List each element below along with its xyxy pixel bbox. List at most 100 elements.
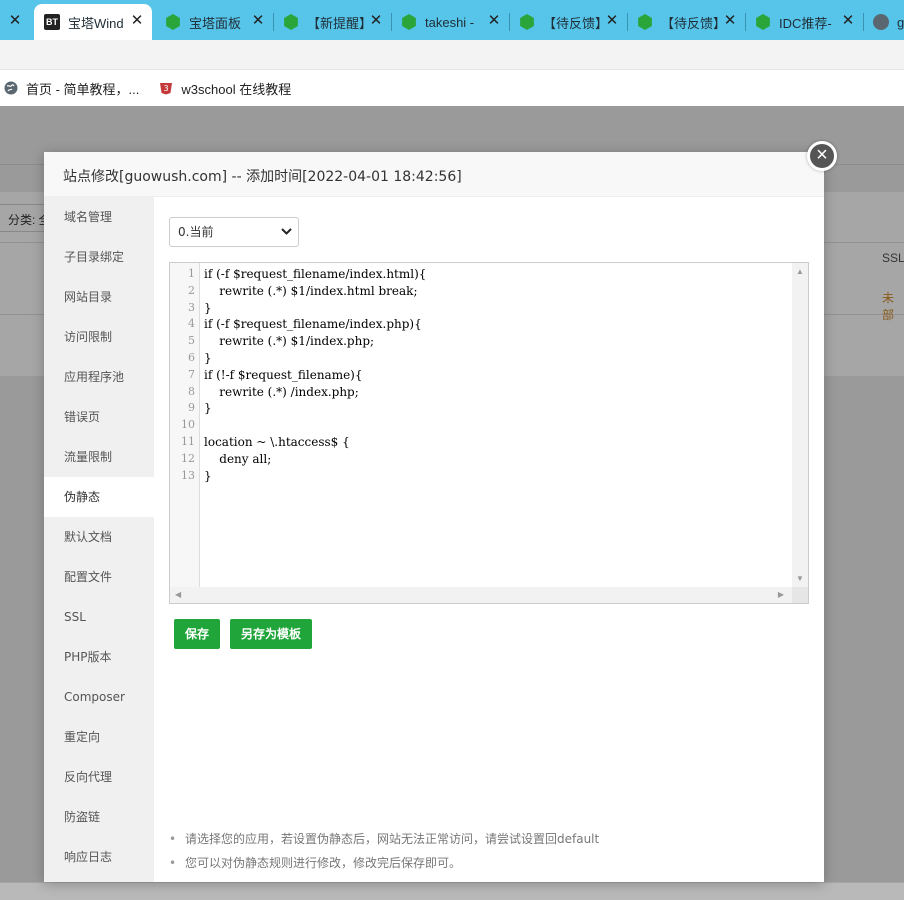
w3school-icon: 3 [159, 81, 173, 95]
code-text[interactable]: if (-f $request_filename/index.html){ re… [204, 266, 788, 484]
menu-item-reverse-proxy[interactable]: 反向代理 [44, 757, 154, 797]
close-tab-icon[interactable]: ✕ [367, 12, 385, 30]
menu-item-access-limit[interactable]: 访问限制 [44, 317, 154, 357]
line-number: 6 [188, 350, 195, 364]
tab-title: gu [897, 14, 904, 30]
horizontal-scrollbar[interactable]: ◀ ▶ [170, 587, 808, 603]
ssl-status: 未部 [882, 291, 895, 322]
bookmark-item[interactable]: 3 w3school 在线教程 [159, 79, 291, 98]
code-line: if (!-f $request_filename){ [204, 367, 363, 382]
bookmark-item[interactable]: 首页 - 简单教程，... [4, 79, 139, 98]
select-value: 0.当前 [178, 225, 214, 239]
close-tab-icon[interactable]: ✕ [485, 12, 503, 30]
browser-tab-active[interactable]: BT 宝塔Wind ✕ [34, 4, 152, 40]
green-hex-icon [756, 14, 770, 30]
globe-icon [873, 14, 889, 30]
line-number: 1 [188, 267, 195, 280]
close-tab-icon[interactable]: ✕ [839, 12, 857, 30]
menu-item-hotlink[interactable]: 防盗链 [44, 797, 154, 837]
menu-item-subdir[interactable]: 子目录绑定 [44, 237, 154, 277]
site-edit-modal: 站点修改[guowush.com] -- 添加时间[2022-04-01 18:… [44, 152, 824, 882]
close-tab-icon[interactable]: ✕ [249, 12, 267, 30]
menu-item-site-dir[interactable]: 网站目录 [44, 277, 154, 317]
code-line: location ~ \.htaccess$ { [204, 434, 350, 449]
svg-text:3: 3 [164, 84, 169, 93]
line-number: 5 [188, 334, 195, 348]
modal-title: 站点修改[guowush.com] -- 添加时间[2022-04-01 18:… [44, 152, 824, 197]
tips-list: 请选择您的应用，若设置伪静态后，网站无法正常访问，请尝试设置回default 您… [169, 827, 599, 875]
scrollbar-corner [792, 587, 808, 603]
browser-tab[interactable]: 【新提醒】 ✕ [273, 4, 392, 40]
rewrite-template-select[interactable]: 0.当前 [169, 217, 299, 247]
menu-item-response-log[interactable]: 响应日志 [44, 837, 154, 877]
menu-item-rewrite[interactable]: 伪静态 [44, 477, 154, 517]
code-editor[interactable]: 1 2 3 4 5 6 7 8 9 10 11 12 13 if (-f $re… [169, 262, 809, 604]
code-line: if (-f $request_filename/index.php){ [204, 317, 422, 332]
bottom-bar [0, 882, 904, 900]
code-line: } [204, 300, 212, 315]
line-number: 10 [181, 418, 195, 432]
browser-tab[interactable]: 宝塔面板 ✕ [155, 4, 274, 40]
browser-tab[interactable]: ✕ [0, 4, 30, 40]
code-line: } [204, 401, 212, 416]
green-hex-icon [166, 14, 180, 30]
ssl-column-header: SSL [882, 251, 904, 265]
scroll-down-arrow-icon[interactable]: ▼ [796, 574, 804, 583]
globe-icon [4, 81, 18, 95]
bookmark-label: w3school 在线教程 [181, 81, 292, 97]
line-number-gutter: 1 2 3 4 5 6 7 8 9 10 11 12 13 [170, 263, 200, 603]
close-tab-icon[interactable]: ✕ [603, 12, 621, 30]
browser-tab[interactable]: 【待反馈】 ✕ [627, 4, 746, 40]
scroll-up-arrow-icon[interactable]: ▲ [796, 267, 804, 276]
menu-item-php-version[interactable]: PHP版本 [44, 637, 154, 677]
close-tab-icon[interactable]: ✕ [6, 12, 24, 30]
menu-item-traffic-limit[interactable]: 流量限制 [44, 437, 154, 477]
bookmark-label: 首页 - 简单教程，... [26, 81, 140, 97]
browser-tab[interactable]: IDC推荐- ✕ [745, 4, 864, 40]
green-hex-icon [284, 14, 298, 30]
menu-item-composer[interactable]: Composer [44, 677, 154, 717]
menu-item-ssl[interactable]: SSL [44, 597, 154, 637]
menu-item-default-doc[interactable]: 默认文档 [44, 517, 154, 557]
browser-tab[interactable]: 【待反馈】 ✕ [509, 4, 628, 40]
line-number: 2 [188, 283, 195, 297]
code-line: deny all; [204, 451, 272, 466]
tip-item: 您可以对伪静态规则进行修改，修改完后保存即可。 [169, 851, 599, 875]
code-line: } [204, 468, 212, 483]
bt-logo-icon: BT [44, 14, 60, 30]
line-number: 3 [188, 300, 195, 314]
code-line: rewrite (.*) $1/index.php; [204, 334, 375, 349]
browser-tab[interactable]: takeshi - ✕ [391, 4, 510, 40]
line-number: 11 [181, 434, 195, 448]
green-hex-icon [638, 14, 652, 30]
settings-menu: 域名管理 子目录绑定 网站目录 访问限制 应用程序池 错误页 流量限制 伪静态 … [44, 197, 154, 882]
scroll-right-arrow-icon[interactable]: ▶ [778, 590, 784, 599]
save-as-template-button[interactable]: 另存为模板 [230, 619, 312, 649]
menu-item-domain[interactable]: 域名管理 [44, 197, 154, 237]
menu-item-config-file[interactable]: 配置文件 [44, 557, 154, 597]
vertical-scrollbar[interactable]: ▲ ▼ [792, 263, 808, 587]
rewrite-content: 0.当前 1 2 3 4 5 6 7 8 9 10 11 12 13 if (-… [154, 197, 824, 882]
close-tab-icon[interactable]: ✕ [721, 12, 739, 30]
menu-item-app-pool[interactable]: 应用程序池 [44, 357, 154, 397]
code-line: rewrite (.*) /index.php; [204, 384, 359, 399]
line-number: 7 [188, 367, 195, 381]
scroll-left-arrow-icon[interactable]: ◀ [175, 590, 181, 599]
menu-item-error-page[interactable]: 错误页 [44, 397, 154, 437]
browser-tab[interactable]: gu [863, 4, 904, 40]
save-button[interactable]: 保存 [174, 619, 220, 649]
line-number: 8 [188, 384, 195, 398]
chevron-down-icon [281, 218, 292, 257]
close-modal-icon[interactable]: × [807, 141, 837, 171]
bookmarks-bar: 首页 - 简单教程，... 3 w3school 在线教程 [0, 70, 904, 106]
code-line: } [204, 350, 212, 365]
code-line: rewrite (.*) $1/index.html break; [204, 283, 418, 298]
green-hex-icon [520, 14, 534, 30]
menu-item-redirect[interactable]: 重定向 [44, 717, 154, 757]
browser-toolbar [0, 40, 904, 70]
line-number: 9 [188, 401, 195, 415]
green-hex-icon [402, 14, 416, 30]
code-line: if (-f $request_filename/index.html){ [204, 267, 427, 281]
close-tab-icon[interactable]: ✕ [128, 12, 146, 30]
